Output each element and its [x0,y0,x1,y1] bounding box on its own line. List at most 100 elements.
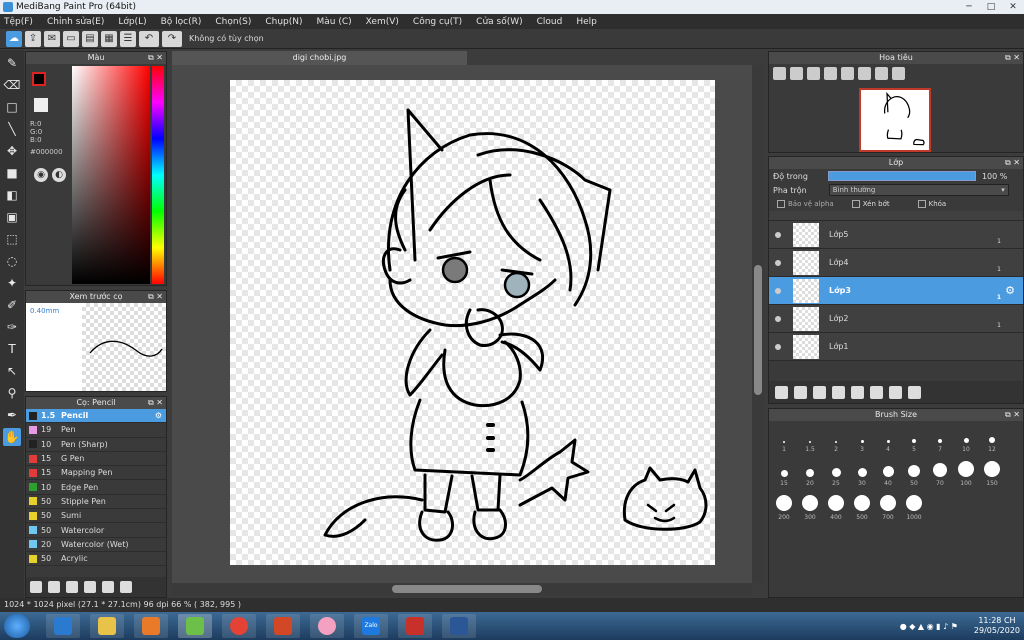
rotate-reset-icon[interactable] [858,66,871,80]
taskbar-medibang[interactable] [178,614,212,638]
duplicate-layer-icon[interactable] [870,385,883,399]
opacity-slider[interactable] [827,171,976,181]
select-rect-tool-icon[interactable]: ⬚ [3,230,21,248]
menu-cloud[interactable]: Cloud [537,17,563,27]
visibility-eye-icon[interactable] [775,315,781,322]
add-brush-icon[interactable] [30,581,42,593]
lasso-tool-icon[interactable]: ◌ [3,252,21,270]
brush-tool-icon[interactable]: ✎ [3,54,21,72]
document-tab[interactable]: digi chobi.jpg [172,51,467,65]
brush-size-option[interactable]: 150 [979,455,1005,489]
merge-layer-icon[interactable] [889,385,902,399]
brush-size-option[interactable]: 1 [771,421,797,455]
operation-tool-icon[interactable]: ↖ [3,362,21,380]
brush-size-option[interactable]: 20 [797,455,823,489]
brush-item[interactable]: 10 Edge Pen [26,480,166,495]
zoom-actual-icon[interactable] [807,66,820,80]
menu-tools[interactable]: Công cụ(T) [413,17,462,27]
grid-icon[interactable]: ▦ [101,30,117,47]
new-brush-icon[interactable] [48,581,60,593]
taskbar-zalo[interactable]: Zalo [354,614,388,638]
menu-window[interactable]: Cửa số(W) [476,17,522,27]
brush-item[interactable]: 15 G Pen [26,452,166,467]
move-tool-icon[interactable]: ✥ [3,142,21,160]
saturation-value-picker[interactable] [72,66,150,284]
lock-checkbox[interactable] [917,200,926,208]
upload-icon[interactable]: ⇪ [25,30,41,47]
select-pen-tool-icon[interactable]: ✐ [3,296,21,314]
copy-brush-icon[interactable] [84,581,96,593]
canvas-area[interactable] [172,65,752,583]
bucket-tool-icon[interactable]: ◧ [3,186,21,204]
text-tool-icon[interactable]: T [3,340,21,358]
zoom-in-icon[interactable] [773,66,786,80]
visibility-eye-icon[interactable] [775,343,781,350]
menu-help[interactable]: Help [576,17,597,27]
folder-icon[interactable] [851,385,864,399]
new-layer-icon[interactable] [775,385,788,399]
brush-item[interactable]: 19 Pen [26,423,166,438]
panel-controls-icon[interactable]: ⧉ ✕ [148,397,163,409]
brush-settings-gear-icon[interactable]: ⚙ [155,411,162,420]
taskbar-explorer[interactable] [90,614,124,638]
minimize-button[interactable]: ─ [958,0,980,14]
panel-controls-icon[interactable]: ⧉ ✕ [1005,52,1020,64]
palette-icon[interactable]: ◉ [34,168,48,182]
hand-tool-icon[interactable]: ✋ [3,428,21,446]
delete-brush-icon[interactable] [120,581,132,593]
visibility-eye-icon[interactable] [775,287,781,294]
hue-slider[interactable] [152,66,164,284]
pen-tool-icon[interactable]: ✒ [3,406,21,424]
taskbar-powerpoint[interactable] [266,614,300,638]
visibility-eye-icon[interactable] [775,231,781,238]
panel-controls-icon[interactable]: ⧉ ✕ [1005,157,1020,169]
protect-alpha-checkbox[interactable] [777,200,785,208]
page-icon[interactable]: ▤ [82,30,98,47]
panel-controls-icon[interactable]: ⧉ ✕ [148,52,163,64]
layer-row[interactable]: Lớp4 1 [769,249,1023,277]
visibility-eye-icon[interactable] [775,259,781,266]
brush-size-option[interactable]: 30 [849,455,875,489]
menu-select[interactable]: Chọn(S) [215,17,251,27]
horizontal-scrollbar[interactable] [172,583,752,595]
taskbar-media[interactable] [134,614,168,638]
drawing-canvas[interactable] [230,80,715,565]
brush-item[interactable]: 50 Acrylic [26,552,166,567]
zoom-fit-icon[interactable] [790,66,803,80]
brush-settings-icon[interactable] [66,581,78,593]
rotate-left-icon[interactable] [841,66,854,80]
panel-controls-icon[interactable]: ⧉ ✕ [1005,409,1020,421]
maximize-button[interactable]: □ [980,0,1002,14]
add-layer-menu-icon[interactable] [832,385,845,399]
brush-size-option[interactable]: 4 [875,421,901,455]
blend-mode-select[interactable]: Bình thường ▾ [828,184,1009,196]
close-button[interactable]: ✕ [1002,0,1024,14]
magic-wand-tool-icon[interactable]: ✦ [3,274,21,292]
brush-size-option[interactable]: 100 [953,455,979,489]
layer-settings-gear-icon[interactable]: ⚙ [1005,284,1015,297]
taskbar-word[interactable] [442,614,476,638]
new-halftone-layer-icon[interactable] [794,385,807,399]
brush-size-option[interactable]: 3 [849,421,875,455]
gradient-tool-icon[interactable]: ▣ [3,208,21,226]
brush-size-option[interactable]: 700 [875,489,901,523]
taskbar-ie[interactable] [46,614,80,638]
foreground-color-swatch[interactable] [32,72,46,86]
menu-view[interactable]: Xem(V) [366,17,399,27]
menu-layer[interactable]: Lớp(L) [118,17,146,27]
brush-size-option[interactable]: 50 [901,455,927,489]
panel-controls-icon[interactable]: ⧉ ✕ [148,291,163,303]
brush-size-option[interactable]: 12 [979,421,1005,455]
background-color-swatch[interactable] [34,98,48,112]
dot-tool-icon[interactable]: □ [3,98,21,116]
brush-size-option[interactable]: 200 [771,489,797,523]
menu-file[interactable]: Tệp(F) [4,17,33,27]
layer-row[interactable]: Lớp5 1 [769,221,1023,249]
brush-size-option[interactable]: 1000 [901,489,927,523]
clip-checkbox[interactable] [851,200,860,208]
brush-size-option[interactable]: 2 [823,421,849,455]
brush-item[interactable]: 10 Pen (Sharp) [26,438,166,452]
brush-size-option[interactable]: 5 [901,421,927,455]
brush-size-option[interactable]: 70 [927,455,953,489]
undo-icon[interactable]: ↶ [139,30,159,47]
